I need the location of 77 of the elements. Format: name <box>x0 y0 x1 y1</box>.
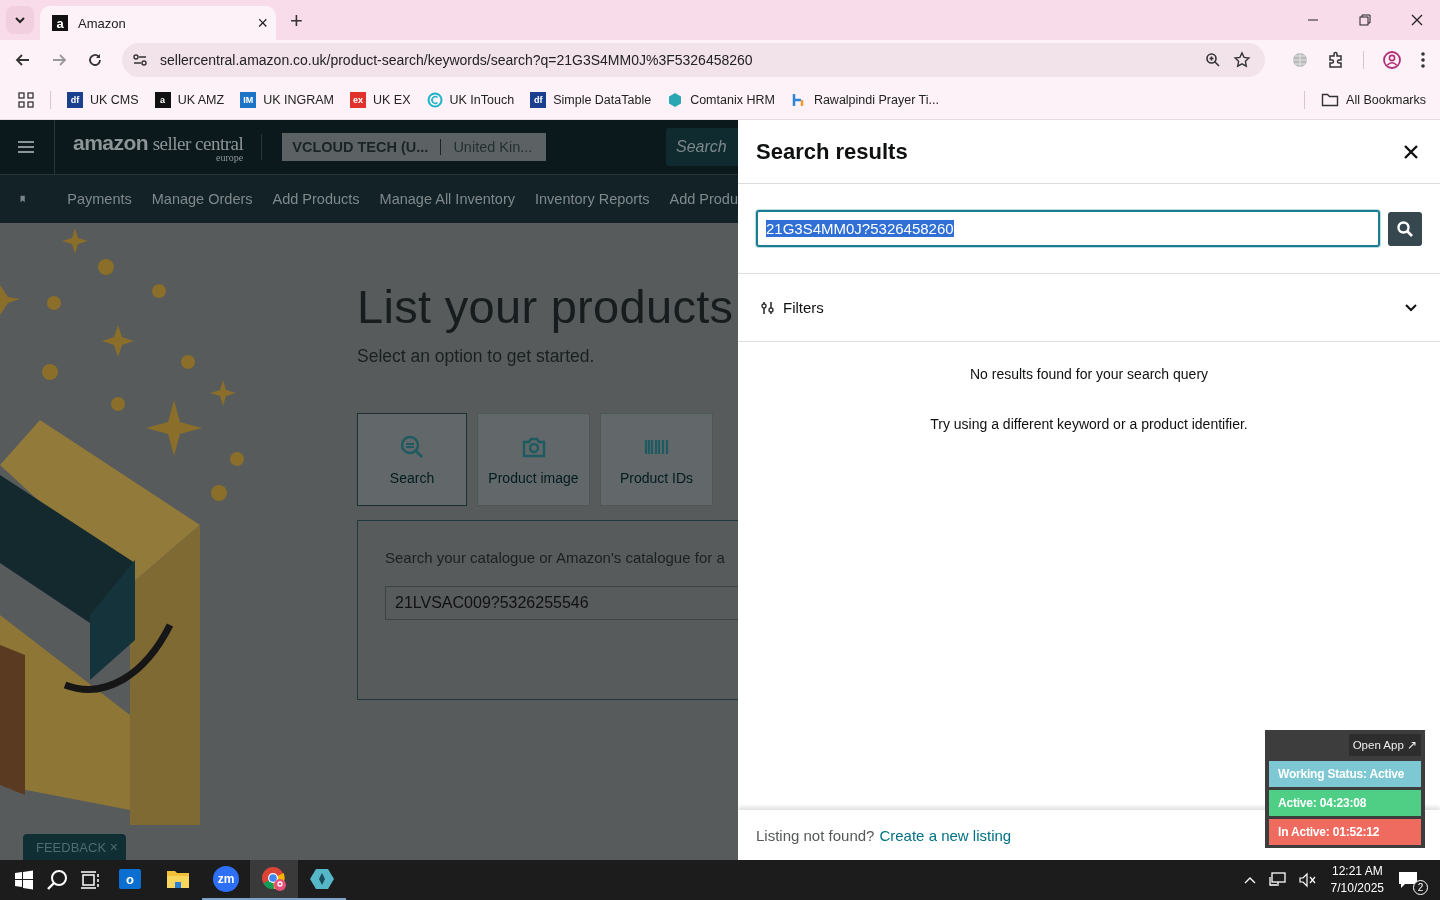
task-view-icon[interactable] <box>80 870 100 890</box>
bookmark[interactable]: df Simple DataTable <box>530 91 652 108</box>
bookmark[interactable]: df UK CMS <box>67 91 139 108</box>
chevron-down-icon <box>14 14 26 26</box>
search-icon <box>1396 219 1414 238</box>
bookmark-favicon: df <box>530 91 547 108</box>
star-icon[interactable] <box>1233 51 1251 69</box>
filters-toggle[interactable]: Filters <box>738 274 1440 342</box>
outlook-icon: o <box>119 869 141 889</box>
taskbar-app[interactable] <box>250 860 298 900</box>
bookmark[interactable]: IM UK INGRAM <box>240 91 334 108</box>
close-icon[interactable] <box>1410 13 1424 27</box>
url-text: sellercentral.amazon.co.uk/product-search/keywords/search?q=21G3S4MM0J%3F5326458260 <box>160 52 753 68</box>
gem-icon <box>310 867 334 891</box>
tab-title: Amazon <box>78 15 127 31</box>
address-bar[interactable]: sellercentral.amazon.co.uk/product-search/keywords/search?q=21G3S4MM0J%3F5326458260 <box>122 43 1265 77</box>
zoom-icon: zm <box>213 866 239 892</box>
status-bar: In Active: 01:52:12 <box>1269 819 1421 845</box>
footer-text: Listing not found? <box>756 826 875 844</box>
notification-count: 2 <box>1413 880 1428 895</box>
panel-title: Search results <box>756 138 908 165</box>
profile-icon[interactable] <box>1382 50 1402 70</box>
chat-icon <box>1398 871 1418 889</box>
menu-icon[interactable] <box>1420 51 1426 69</box>
nav-link[interactable]: Manage Orders <box>151 191 253 207</box>
nav-link[interactable]: Inventory Reports <box>535 191 650 207</box>
close-tab-button[interactable]: × <box>257 12 268 34</box>
seller-central-logo[interactable]: amazon seller central europe <box>73 131 244 163</box>
windows-start-icon[interactable] <box>14 870 34 890</box>
restore-icon[interactable] <box>1358 13 1372 27</box>
sliders-icon <box>761 300 775 315</box>
muted-speaker-icon[interactable] <box>1298 872 1317 888</box>
open-app-button[interactable]: Open App ↗ <box>1348 734 1421 756</box>
create-listing-link[interactable]: Create a new listing <box>879 826 1012 844</box>
search-prompt: Search your catalogue or Amazon's catalogue for a <box>385 549 726 566</box>
network-icon[interactable] <box>1268 872 1287 888</box>
taskbar-app[interactable]: o <box>106 860 154 900</box>
bookmark-favicon: ex <box>350 91 366 108</box>
nav-link[interactable]: Add Produ <box>669 191 738 207</box>
nav-link[interactable]: Payments <box>67 191 132 207</box>
chrome-icon <box>261 866 287 892</box>
bookmark[interactable]: Comtanix HRM <box>667 91 775 108</box>
bookmark-favicon: IM <box>240 91 257 108</box>
status-bar: Working Status: Active <box>1269 761 1421 787</box>
nav-link[interactable]: Add Products <box>272 191 360 207</box>
reload-icon[interactable] <box>86 51 104 69</box>
bookmark-favicon: df <box>67 91 83 108</box>
extensions-icon[interactable] <box>1327 51 1345 69</box>
page-subtitle: Select an option to get started. <box>357 346 596 367</box>
folder-icon <box>166 868 190 890</box>
all-bookmarks-button[interactable]: All Bookmarks <box>1321 91 1426 108</box>
search-icon[interactable] <box>46 869 68 891</box>
empty-message: No results found for your search query <box>968 366 1210 382</box>
bookmark-favicon: a <box>154 91 171 108</box>
search-button[interactable] <box>1388 211 1422 246</box>
search-icon <box>399 433 425 460</box>
apps-grid-icon[interactable] <box>18 91 34 108</box>
status-bar: Active: 04:23:08 <box>1269 790 1421 816</box>
bookmark[interactable]: a UK AMZ <box>154 91 225 108</box>
bookmark[interactable]: Rawalpindi Prayer Ti... <box>790 91 939 108</box>
new-tab-button[interactable]: + <box>282 8 311 34</box>
zoom-icon[interactable] <box>1205 52 1221 68</box>
tab-search-button[interactable] <box>6 6 34 34</box>
empty-message: Try using a different keyword or a product identifier. <box>929 416 1249 432</box>
search-field[interactable]: Search <box>666 128 738 166</box>
close-icon[interactable] <box>1403 143 1419 160</box>
folder-icon <box>1321 91 1340 108</box>
site-settings-icon[interactable] <box>132 52 148 68</box>
search-field[interactable]: 21G3S4MM0J?5326458260 <box>756 210 1380 247</box>
bookmark[interactable]: UK InTouch <box>426 91 515 108</box>
bookmark[interactable]: ex UK EX <box>350 91 411 108</box>
clock[interactable]: 12:21 AM 7/10/2025 <box>1330 863 1384 897</box>
browser-tab[interactable]: a Amazon × <box>40 6 276 40</box>
nav-link[interactable]: Manage All Inventory <box>379 191 515 207</box>
menu-icon[interactable] <box>16 139 36 155</box>
page-title: List your products <box>357 279 735 334</box>
tab-favicon: a <box>52 15 68 31</box>
